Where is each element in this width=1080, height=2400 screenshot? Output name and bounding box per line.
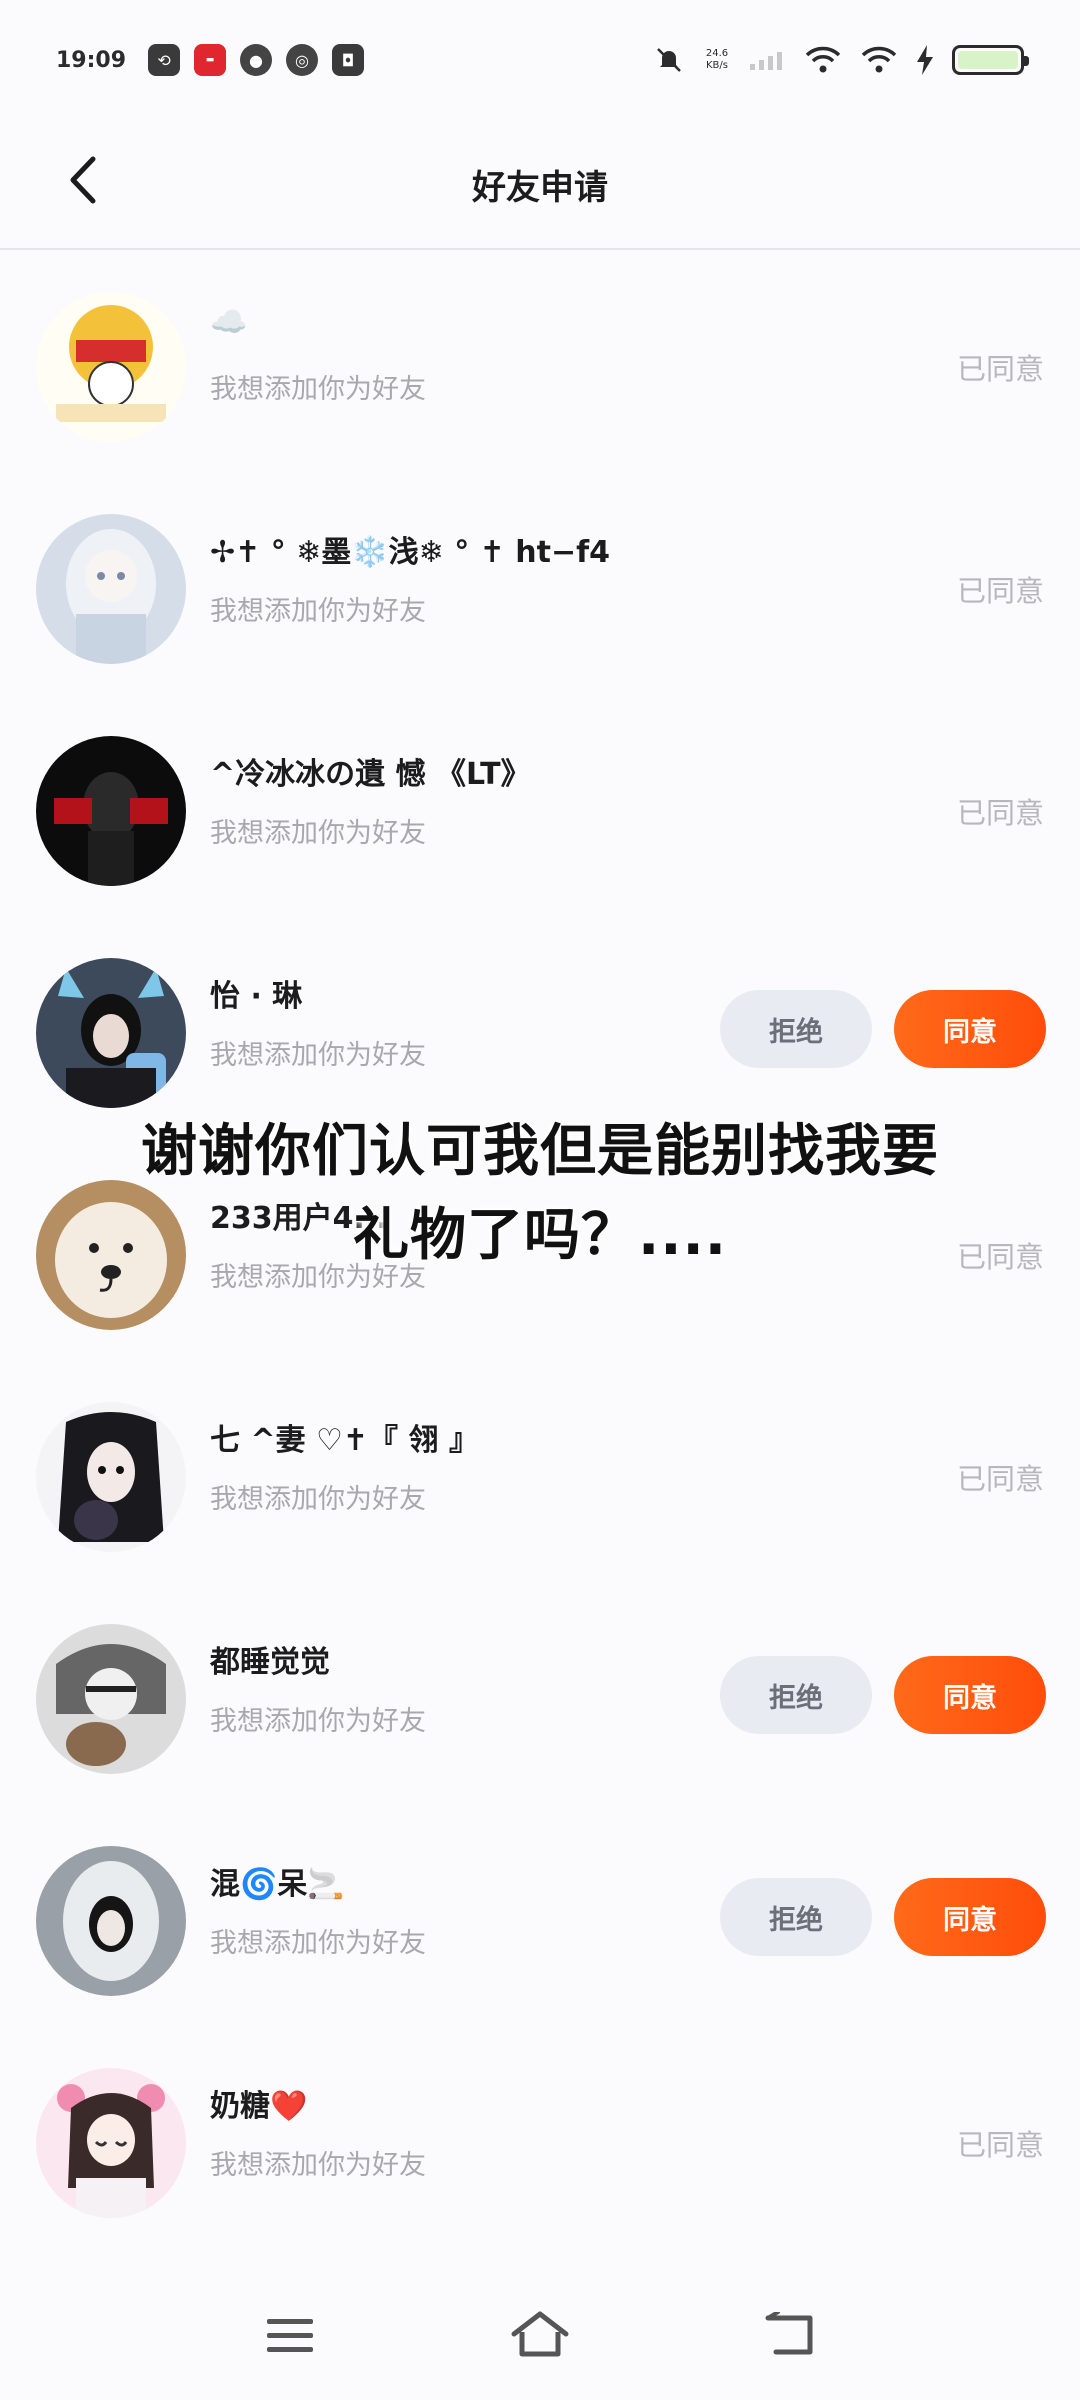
request-row[interactable]: ✢✝ ° ❄墨❄️浅❄ ° ✝ ht−f4 我想添加你为好友 已同意 — [0, 472, 1080, 694]
request-row[interactable]: 都睡觉觉 我想添加你为好友 拒绝 同意 — [0, 1582, 1080, 1804]
request-row[interactable]: 奶糖❤️ 我想添加你为好友 已同意 — [0, 2026, 1080, 2248]
accepted-status: 已同意 — [956, 796, 1044, 830]
request-row[interactable]: 怡 · 琳 我想添加你为好友 拒绝 同意 — [0, 916, 1080, 1138]
avatar[interactable] — [36, 1846, 186, 1996]
net-speed-value: 24.6 — [705, 48, 729, 59]
accepted-status: 已同意 — [956, 574, 1044, 608]
request-name: 混🌀呆🚬 — [210, 1867, 345, 1902]
back-button[interactable] — [52, 150, 112, 210]
accept-button[interactable]: 同意 — [894, 990, 1046, 1068]
avatar[interactable] — [36, 292, 186, 442]
overlay-caption: 谢谢你们认可我但是能别找我要 礼物了吗？.... — [0, 1110, 1080, 1278]
system-nav-bar — [0, 2290, 1080, 2380]
charging-icon — [917, 45, 933, 75]
wifi-icon — [861, 46, 897, 73]
wifi-icon — [805, 46, 841, 73]
overlay-caption-line: 谢谢你们认可我但是能别找我要 — [141, 1119, 939, 1184]
back-icon — [765, 2312, 813, 2355]
overlay-caption-line: 礼物了吗？.... — [352, 1203, 728, 1268]
avatar[interactable] — [36, 2068, 186, 2218]
request-row[interactable]: 七 ^妻 ♡✝『 翎 』 我想添加你为好友 已同意 — [0, 1360, 1080, 1582]
battery-icon — [952, 45, 1029, 75]
avatar[interactable] — [36, 958, 186, 1108]
status-bar: 19:09 ⟲ ▬ ● ◎ ◘ 24.6 KB/s — [0, 0, 1080, 120]
request-message: 我想添加你为好友 — [210, 596, 426, 627]
netease-music-icon: ◎ — [286, 44, 319, 76]
menu-button[interactable] — [255, 2300, 325, 2370]
back-nav-button[interactable] — [755, 2300, 825, 2370]
request-message: 我想添加你为好友 — [210, 1484, 426, 1515]
mute-icon — [657, 48, 681, 72]
accepted-status: 已同意 — [956, 1462, 1044, 1496]
page-title: 好友申请 — [472, 167, 608, 208]
chevron-left-icon — [70, 156, 96, 204]
request-message: 我想添加你为好友 — [210, 2150, 426, 2181]
avatar[interactable] — [36, 736, 186, 886]
request-message: 我想添加你为好友 — [210, 818, 426, 849]
header: 好友申请 — [0, 120, 1080, 250]
request-message: 我想添加你为好友 — [210, 1706, 426, 1737]
reject-button[interactable]: 拒绝 — [720, 990, 872, 1068]
request-name: ^冷冰冰の遺 憾 《LT》 — [210, 757, 531, 792]
battery-fill — [958, 51, 1018, 69]
request-name: 奶糖❤️ — [210, 2089, 308, 2124]
friend-requests-screen: 19:09 ⟲ ▬ ● ◎ ◘ 24.6 KB/s 好友申请 ☁️ 我想添加你为… — [0, 0, 1080, 2400]
signal-icon — [750, 52, 782, 70]
reject-button[interactable]: 拒绝 — [720, 1656, 872, 1734]
accept-button[interactable]: 同意 — [894, 1878, 1046, 1956]
request-row[interactable]: ^冷冰冰の遺 憾 《LT》 我想添加你为好友 已同意 — [0, 694, 1080, 916]
request-message: 我想添加你为好友 — [210, 1040, 426, 1071]
request-name: 都睡觉觉 — [210, 1645, 330, 1680]
avatar[interactable] — [36, 514, 186, 664]
sync-icon: ⟲ — [148, 44, 181, 76]
home-button[interactable] — [505, 2300, 575, 2370]
accept-button[interactable]: 同意 — [894, 1656, 1046, 1734]
request-name: 七 ^妻 ♡✝『 翎 』 — [210, 1423, 479, 1458]
request-row[interactable]: ☁️ 我想添加你为好友 已同意 — [0, 250, 1080, 472]
wechat-icon: ● — [240, 44, 273, 76]
status-time: 19:09 — [56, 47, 127, 73]
request-name: 怡 · 琳 — [210, 979, 303, 1014]
home-icon — [511, 2311, 569, 2357]
accepted-status: 已同意 — [956, 2128, 1044, 2162]
accepted-status: 已同意 — [956, 352, 1044, 386]
avatar[interactable] — [36, 1402, 186, 1552]
request-name: ✢✝ ° ❄墨❄️浅❄ ° ✝ ht−f4 — [210, 535, 611, 570]
reject-button[interactable]: 拒绝 — [720, 1878, 872, 1956]
xiaohongshu-icon: ▬ — [194, 44, 227, 76]
net-speed-unit: KB/s — [706, 60, 728, 71]
avatar[interactable] — [36, 1624, 186, 1774]
notification-icons: ⟲ ▬ ● ◎ ◘ — [148, 44, 365, 76]
shopping-bag-icon: ◘ — [332, 44, 365, 76]
system-status: 24.6 KB/s — [654, 45, 1029, 75]
menu-icon — [267, 2319, 313, 2352]
request-name: ☁️ — [210, 305, 248, 340]
request-message: 我想添加你为好友 — [210, 1928, 426, 1959]
request-row[interactable]: 混🌀呆🚬 我想添加你为好友 拒绝 同意 — [0, 1804, 1080, 2026]
net-speed: 24.6 KB/s — [702, 48, 732, 72]
request-message: 我想添加你为好友 — [210, 374, 426, 405]
